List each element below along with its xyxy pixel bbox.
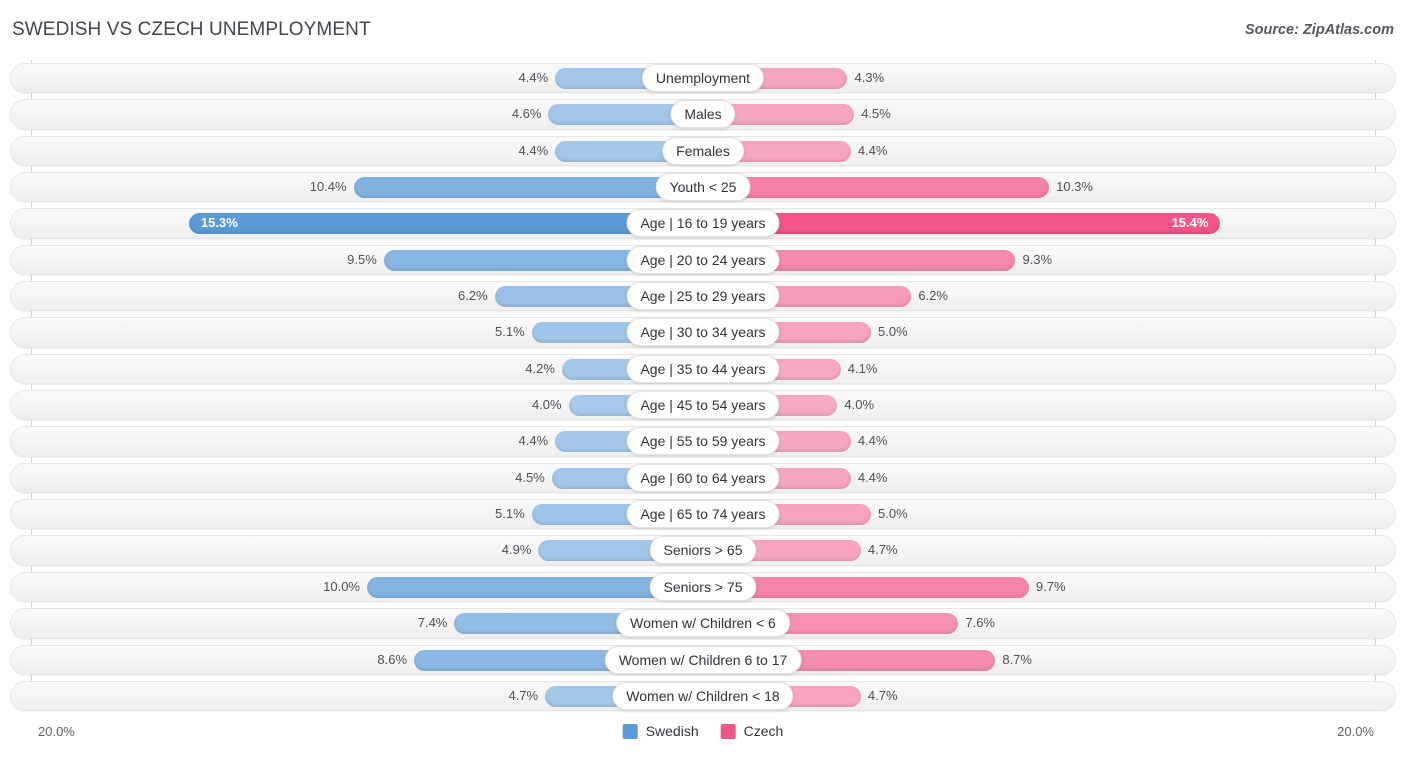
value-label-swedish: 4.4% xyxy=(518,70,549,85)
source-attribution: Source: ZipAtlas.com xyxy=(1244,22,1394,38)
category-label-13: Age | 65 to 74 years xyxy=(626,500,780,529)
value-label-czech: 4.1% xyxy=(847,360,878,376)
table-row: 4.4% 4.4% Females xyxy=(0,133,1406,169)
value-label-czech: 4.3% xyxy=(854,70,885,85)
value-label-swedish: 7.4% xyxy=(417,615,448,631)
category-label-7: Age | 25 to 29 years xyxy=(626,282,780,311)
bar-czech xyxy=(703,177,1050,199)
legend-label: Czech xyxy=(743,723,784,739)
value-label-swedish: 5.1% xyxy=(495,324,525,340)
table-row: 4.0% 4.0% Age | 45 to 54 years xyxy=(0,387,1406,423)
bar-rows: 4.4% 4.3% Unemployment 4.6% 4.5% Males 4.4% 4.4… xyxy=(0,60,1406,714)
value-label-czech: 5.0% xyxy=(878,506,908,522)
category-label-3: Females xyxy=(662,136,744,165)
category-label-12: Age | 60 to 64 years xyxy=(626,463,780,492)
value-label-czech: 9.7% xyxy=(1035,578,1066,594)
chart-page: SWEDISH VS CZECH UNEMPLOYMENT Source: Zi… xyxy=(0,0,1406,757)
value-label-czech: 8.7% xyxy=(1002,651,1032,667)
table-row: 4.4% 4.3% Unemployment xyxy=(0,60,1406,96)
table-row: 8.6% 8.7% Women w/ Children 6 to 17 xyxy=(0,642,1406,678)
category-label-10: Age | 45 to 54 years xyxy=(626,391,780,420)
value-label-swedish: 4.6% xyxy=(511,106,542,122)
table-row: 4.4% 4.4% Age | 55 to 59 years xyxy=(0,423,1406,459)
bar-czech xyxy=(703,213,1221,235)
value-label-swedish: 5.1% xyxy=(495,506,525,522)
value-label-czech: 4.4% xyxy=(857,142,888,158)
category-label-16: Women w/ Children < 6 xyxy=(616,609,790,638)
value-label-swedish: 9.5% xyxy=(347,251,377,267)
category-label-18: Women w/ Children < 18 xyxy=(612,681,794,710)
page-title: SWEDISH VS CZECH UNEMPLOYMENT xyxy=(12,19,371,40)
value-label-czech: 4.4% xyxy=(857,433,888,449)
bar-swedish xyxy=(353,177,703,199)
legend-item-swedish[interactable]: Swedish xyxy=(622,723,699,739)
table-row: 10.0% 9.7% Seniors > 75 xyxy=(0,569,1406,605)
value-label-swedish: 4.2% xyxy=(525,360,555,376)
legend-swatch-icon xyxy=(622,723,638,739)
legend-item-czech[interactable]: Czech xyxy=(720,723,784,739)
category-label-9: Age | 35 to 44 years xyxy=(626,354,780,383)
value-label-czech: 4.0% xyxy=(844,397,875,413)
value-label-czech: 4.7% xyxy=(867,687,898,703)
value-label-swedish: 4.0% xyxy=(531,397,562,413)
table-row: 15.3% 15.4% Age | 16 to 19 years xyxy=(0,205,1406,241)
plot-area: 4.4% 4.3% Unemployment 4.6% 4.5% Males 4.4% 4.4… xyxy=(0,60,1406,717)
table-row: 5.1% 5.0% Age | 30 to 34 years xyxy=(0,314,1406,350)
table-row: 4.9% 4.7% Seniors > 65 xyxy=(0,532,1406,568)
chart-footer: 20.0% 20.0% Swedish Czech xyxy=(0,717,1406,757)
category-label-14: Seniors > 65 xyxy=(649,536,757,565)
legend-label: Swedish xyxy=(645,723,699,739)
value-label-czech: 6.2% xyxy=(918,288,948,304)
category-label-6: Age | 20 to 24 years xyxy=(626,245,780,274)
value-label-czech: 4.7% xyxy=(867,542,898,558)
value-label-swedish: 4.4% xyxy=(518,142,549,158)
category-label-4: Youth < 25 xyxy=(655,173,751,202)
value-label-swedish: 4.4% xyxy=(518,433,549,449)
value-label-czech: 7.6% xyxy=(965,615,995,631)
value-label-swedish: 8.6% xyxy=(377,651,408,667)
legend: Swedish Czech xyxy=(622,723,784,739)
category-label-2: Males xyxy=(670,100,736,129)
value-label-czech: 10.3% xyxy=(1056,179,1093,195)
table-row: 4.2% 4.1% Age | 35 to 44 years xyxy=(0,351,1406,387)
table-row: 4.6% 4.5% Males xyxy=(0,96,1406,132)
table-row: 4.7% 4.7% Women w/ Children < 18 xyxy=(0,678,1406,714)
category-label-17: Women w/ Children 6 to 17 xyxy=(604,645,802,674)
table-row: 5.1% 5.0% Age | 65 to 74 years xyxy=(0,496,1406,532)
value-label-czech: 5.0% xyxy=(878,324,908,340)
value-label-swedish: 4.7% xyxy=(508,687,539,703)
legend-swatch-icon xyxy=(720,723,736,739)
table-row: 10.4% 10.3% Youth < 25 xyxy=(0,169,1406,205)
category-label-15: Seniors > 75 xyxy=(649,572,757,601)
value-label-swedish: 10.4% xyxy=(309,179,347,195)
value-label-swedish: 15.3% xyxy=(200,215,238,231)
value-label-czech: 4.4% xyxy=(857,469,888,485)
category-label-8: Age | 30 to 34 years xyxy=(626,318,780,347)
value-label-czech: 15.4% xyxy=(1171,215,1209,231)
table-row: 9.5% 9.3% Age | 20 to 24 years xyxy=(0,242,1406,278)
category-label-1: Unemployment xyxy=(641,64,765,92)
axis-tick-right: 20.0% xyxy=(1337,724,1374,739)
value-label-swedish: 10.0% xyxy=(323,578,360,594)
value-label-czech: 9.3% xyxy=(1022,251,1053,267)
value-label-czech: 4.5% xyxy=(861,106,891,122)
axis-tick-left: 20.0% xyxy=(38,724,75,739)
category-label-11: Age | 55 to 59 years xyxy=(626,427,780,456)
value-label-swedish: 4.5% xyxy=(515,469,545,485)
table-row: 6.2% 6.2% Age | 25 to 29 years xyxy=(0,278,1406,314)
value-label-swedish: 6.2% xyxy=(458,288,488,304)
value-label-swedish: 4.9% xyxy=(501,542,532,558)
chart-header: SWEDISH VS CZECH UNEMPLOYMENT Source: Zi… xyxy=(0,0,1406,60)
table-row: 4.5% 4.4% Age | 60 to 64 years xyxy=(0,460,1406,496)
category-label-5: Age | 16 to 19 years xyxy=(626,209,780,238)
table-row: 7.4% 7.6% Women w/ Children < 6 xyxy=(0,605,1406,641)
